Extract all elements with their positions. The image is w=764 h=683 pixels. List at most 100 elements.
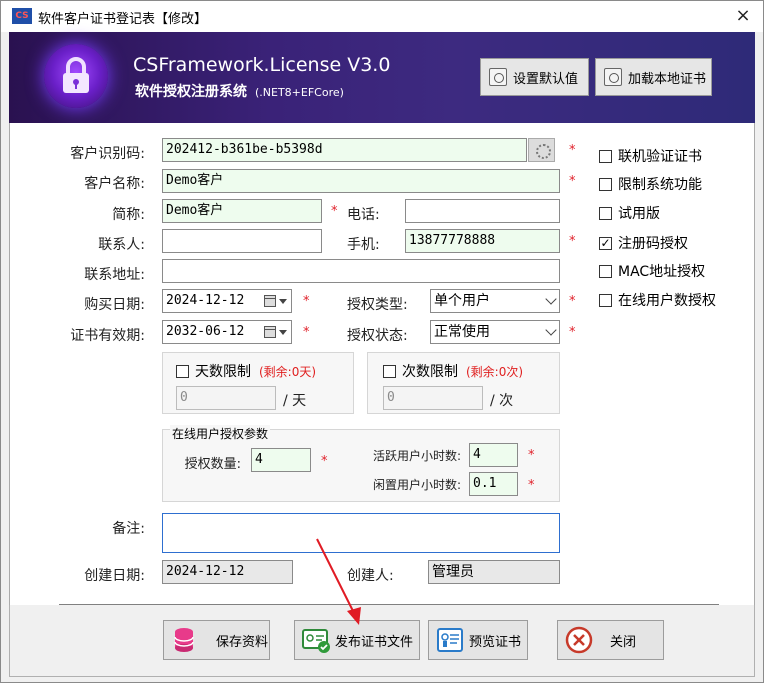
phone-input[interactable] — [405, 199, 560, 223]
option-mac-auth[interactable]: MAC地址授权 — [599, 261, 705, 281]
license-status-select[interactable]: 正常使用 — [430, 320, 560, 344]
preview-cert-button[interactable]: 预览证书 — [428, 620, 528, 660]
publish-cert-label: 发布证书文件 — [335, 634, 414, 650]
publish-cert-button[interactable]: 发布证书文件 — [294, 620, 420, 660]
option-online-verify-label: 联机验证证书 — [618, 149, 702, 165]
phone-label: 电话: — [347, 207, 380, 223]
app-logo-icon: CS — [12, 8, 32, 24]
required-mark: * — [569, 325, 576, 340]
checkbox-box — [599, 149, 612, 163]
option-mac-auth-label: MAC地址授权 — [618, 264, 706, 280]
purchase-date-label: 购买日期: — [84, 297, 145, 313]
count-limit-text: 次数限制 — [402, 364, 458, 380]
dropdown-arrow-icon — [279, 330, 287, 335]
required-mark: * — [569, 234, 576, 249]
address-input[interactable] — [162, 259, 560, 283]
option-trial-label: 试用版 — [618, 206, 660, 222]
purchase-date-value: 2024-12-12 — [166, 293, 245, 308]
option-regcode-auth[interactable]: ✓ 注册码授权 — [599, 233, 688, 253]
preview-cert-label: 预览证书 — [469, 634, 522, 650]
customer-id-input[interactable]: 202412-b361be-b5398d — [162, 138, 527, 162]
option-limit-features-label: 限制系统功能 — [618, 177, 702, 193]
count-limit-input[interactable]: 0 — [383, 386, 483, 410]
set-default-label: 设置默认值 — [513, 71, 579, 87]
contact-input[interactable] — [162, 229, 322, 253]
database-save-icon — [170, 625, 200, 655]
product-tech: (.NET8+EFCore) — [255, 86, 344, 99]
close-button[interactable]: 关闭 — [557, 620, 664, 660]
idle-hours-label: 闲置用户小时数: — [372, 478, 461, 492]
created-date-value: 2024-12-12 — [162, 560, 293, 584]
calendar-icon — [264, 295, 276, 307]
load-local-cert-label: 加载本地证书 — [628, 71, 707, 87]
option-limit-features[interactable]: 限制系统功能 — [599, 174, 702, 194]
generate-id-button[interactable] — [528, 138, 555, 162]
close-window-button[interactable]: × — [732, 5, 754, 27]
days-remain-text: (剩余:0天) — [259, 364, 317, 379]
auth-count-label: 授权数量: — [184, 457, 241, 472]
creator-value: 管理员 — [428, 560, 560, 584]
load-local-cert-button[interactable]: 加载本地证书 — [595, 58, 712, 96]
option-online-verify[interactable]: 联机验证证书 — [599, 146, 702, 166]
app-icon-text: CS — [15, 11, 29, 21]
mobile-label: 手机: — [347, 237, 380, 253]
active-hours-input[interactable]: 4 — [469, 443, 518, 467]
days-limit-text: 天数限制 — [195, 364, 251, 380]
divider — [59, 604, 719, 605]
days-limit-input[interactable]: 0 — [176, 386, 276, 410]
mobile-input[interactable]: 13877778888 — [405, 229, 560, 253]
license-type-select[interactable]: 单个用户 — [430, 289, 560, 313]
chevron-down-icon — [545, 324, 557, 336]
option-trial[interactable]: 试用版 — [599, 203, 660, 223]
contact-label: 联系人: — [98, 237, 145, 253]
creator-label: 创建人: — [347, 568, 394, 584]
checkbox-box — [176, 364, 189, 378]
days-limit-checkbox[interactable]: 天数限制 (剩余:0天) — [176, 361, 316, 381]
close-label: 关闭 — [610, 634, 637, 650]
count-unit-label: / 次 — [490, 393, 514, 409]
option-regcode-auth-label: 注册码授权 — [618, 236, 688, 252]
customer-name-input[interactable]: Demo客户 — [162, 169, 560, 193]
required-mark: * — [303, 325, 310, 340]
title-bar: CS 软件客户证书登记表【修改】 × — [1, 1, 763, 32]
license-registration-window: CS 软件客户证书登记表【修改】 × CSFramework.License V… — [0, 0, 764, 683]
certificate-check-icon — [301, 625, 331, 655]
short-name-input[interactable]: Demo客户 — [162, 199, 322, 223]
required-mark: * — [569, 294, 576, 309]
online-users-group-title: 在线用户授权参数 — [170, 425, 271, 442]
required-mark: * — [528, 478, 535, 493]
expiry-label: 证书有效期: — [70, 328, 145, 344]
required-mark: * — [528, 448, 535, 463]
chevron-down-icon — [545, 293, 557, 305]
save-button[interactable]: 保存资料 — [163, 620, 270, 660]
lock-icon — [44, 44, 108, 108]
count-limit-checkbox[interactable]: 次数限制 (剩余:0次) — [383, 361, 523, 381]
dropdown-arrow-icon — [279, 299, 287, 304]
save-label: 保存资料 — [216, 634, 269, 650]
calendar-icon — [264, 326, 276, 338]
address-label: 联系地址: — [84, 267, 145, 283]
idle-hours-input[interactable]: 0.1 — [469, 472, 518, 496]
customer-name-label: 客户名称: — [84, 176, 145, 192]
expiry-date-picker[interactable]: 2032-06-12 — [162, 320, 292, 344]
remark-textarea[interactable] — [162, 513, 560, 553]
days-unit-label: / 天 — [283, 393, 307, 409]
license-type-label: 授权类型: — [347, 297, 408, 313]
checkbox-box — [599, 206, 612, 220]
option-online-users-auth-label: 在线用户数授权 — [618, 293, 716, 309]
auth-count-input[interactable]: 4 — [251, 448, 311, 472]
purchase-date-picker[interactable]: 2024-12-12 — [162, 289, 292, 313]
required-mark: * — [569, 143, 576, 158]
customer-id-label: 客户识别码: — [70, 146, 145, 162]
option-online-users-auth[interactable]: 在线用户数授权 — [599, 290, 716, 310]
required-mark: * — [569, 174, 576, 189]
set-default-button[interactable]: 设置默认值 — [480, 58, 589, 96]
checkbox-box — [599, 264, 612, 278]
checkbox-checked: ✓ — [599, 235, 612, 250]
checkbox-box — [599, 177, 612, 191]
settings-icon — [489, 68, 507, 86]
remark-label: 备注: — [112, 521, 145, 537]
license-status-label: 授权状态: — [347, 328, 408, 344]
header-banner: CSFramework.License V3.0 软件授权注册系统 (.NET8+… — [9, 32, 755, 123]
required-mark: * — [321, 454, 328, 469]
